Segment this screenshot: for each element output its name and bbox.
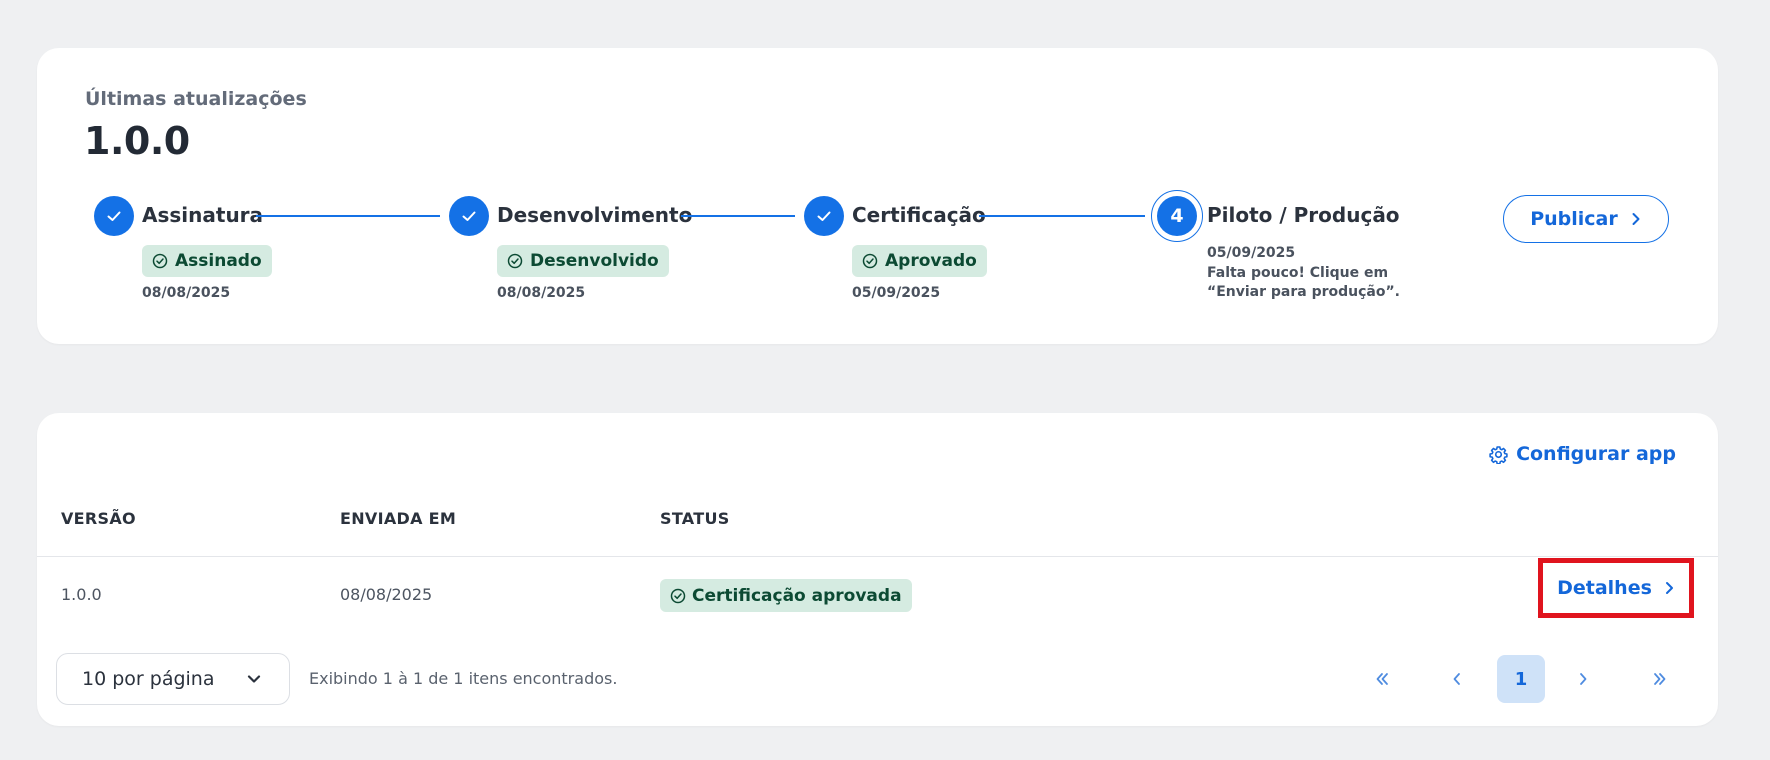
- step-4-note-line-1: Falta pouco! Clique em: [1207, 265, 1389, 281]
- column-header-status: STATUS: [660, 509, 730, 528]
- current-version: 1.0.0: [84, 119, 190, 163]
- step-1-check-icon: [94, 196, 134, 236]
- details-button[interactable]: Detalhes: [1538, 558, 1694, 618]
- step-3-date: 05/09/2025: [852, 285, 941, 301]
- configure-app-label: Configurar app: [1516, 443, 1676, 465]
- check-circle-icon: [152, 253, 168, 269]
- step-4-note: Falta pouco! Clique em “Enviar para prod…: [1207, 264, 1407, 302]
- step-2-badge: Desenvolvido: [497, 245, 669, 277]
- chevron-left-icon: [1453, 673, 1460, 685]
- previous-page-button[interactable]: [1433, 655, 1481, 703]
- chevron-right-icon: [1632, 213, 1640, 225]
- step-4-indicator: 4: [1151, 190, 1203, 242]
- updates-subtitle: Últimas atualizações: [85, 88, 307, 110]
- column-header-version: VERSÃO: [61, 509, 136, 528]
- chevron-right-icon: [1665, 582, 1673, 594]
- per-page-select[interactable]: 10 por página: [56, 653, 290, 705]
- step-3-title: Certificação: [852, 203, 986, 227]
- step-1-badge: Assinado: [142, 245, 272, 277]
- check-circle-icon: [507, 253, 523, 269]
- step-connector: [979, 215, 1145, 217]
- row-sent-at: 08/08/2025: [340, 585, 433, 604]
- row-status-badge: Certificação aprovada: [660, 579, 912, 612]
- page-button-current[interactable]: 1: [1497, 655, 1545, 703]
- step-1-badge-label: Assinado: [175, 251, 262, 271]
- step-1-date: 08/08/2025: [142, 285, 231, 301]
- step-2-date: 08/08/2025: [497, 285, 586, 301]
- step-3-check-icon: [804, 196, 844, 236]
- chevron-right-icon: [1580, 673, 1587, 685]
- check-circle-icon: [670, 588, 686, 603]
- publish-button-label: Publicar: [1530, 208, 1618, 230]
- step-3-badge: Aprovado: [852, 245, 987, 277]
- last-page-button[interactable]: [1636, 655, 1684, 703]
- step-2-badge-label: Desenvolvido: [530, 251, 659, 271]
- next-page-button[interactable]: [1559, 655, 1607, 703]
- step-4-note-line-2: “Enviar para produção”.: [1207, 284, 1400, 300]
- updates-card: Últimas atualizações 1.0.0 Assinatura As…: [37, 48, 1718, 344]
- chevron-down-icon: [247, 675, 261, 683]
- double-chevron-left-icon: [1376, 673, 1388, 685]
- publish-button[interactable]: Publicar: [1503, 195, 1669, 243]
- first-page-button[interactable]: [1358, 655, 1406, 703]
- check-circle-icon: [862, 253, 878, 269]
- step-4-date: 05/09/2025: [1207, 245, 1296, 261]
- step-4-number: 4: [1157, 196, 1197, 236]
- step-1-title: Assinatura: [142, 203, 264, 227]
- double-chevron-right-icon: [1654, 673, 1666, 685]
- pagination-summary: Exibindo 1 à 1 de 1 itens encontrados.: [309, 669, 618, 688]
- step-connector: [256, 215, 440, 217]
- versions-card: Configurar app VERSÃO ENVIADA EM STATUS …: [37, 413, 1718, 726]
- table-divider: [37, 556, 1718, 557]
- step-2-check-icon: [449, 196, 489, 236]
- details-button-label: Detalhes: [1557, 577, 1652, 599]
- step-4-title: Piloto / Produção: [1207, 203, 1400, 227]
- per-page-value: 10 por página: [82, 668, 215, 690]
- step-connector: [681, 215, 795, 217]
- step-3-badge-label: Aprovado: [885, 251, 977, 271]
- row-status-label: Certificação aprovada: [692, 585, 902, 606]
- gear-icon: [1489, 445, 1508, 464]
- column-header-sent-at: ENVIADA EM: [340, 509, 457, 528]
- step-2-title: Desenvolvimento: [497, 203, 693, 227]
- row-version: 1.0.0: [61, 585, 102, 604]
- configure-app-link[interactable]: Configurar app: [1489, 443, 1676, 465]
